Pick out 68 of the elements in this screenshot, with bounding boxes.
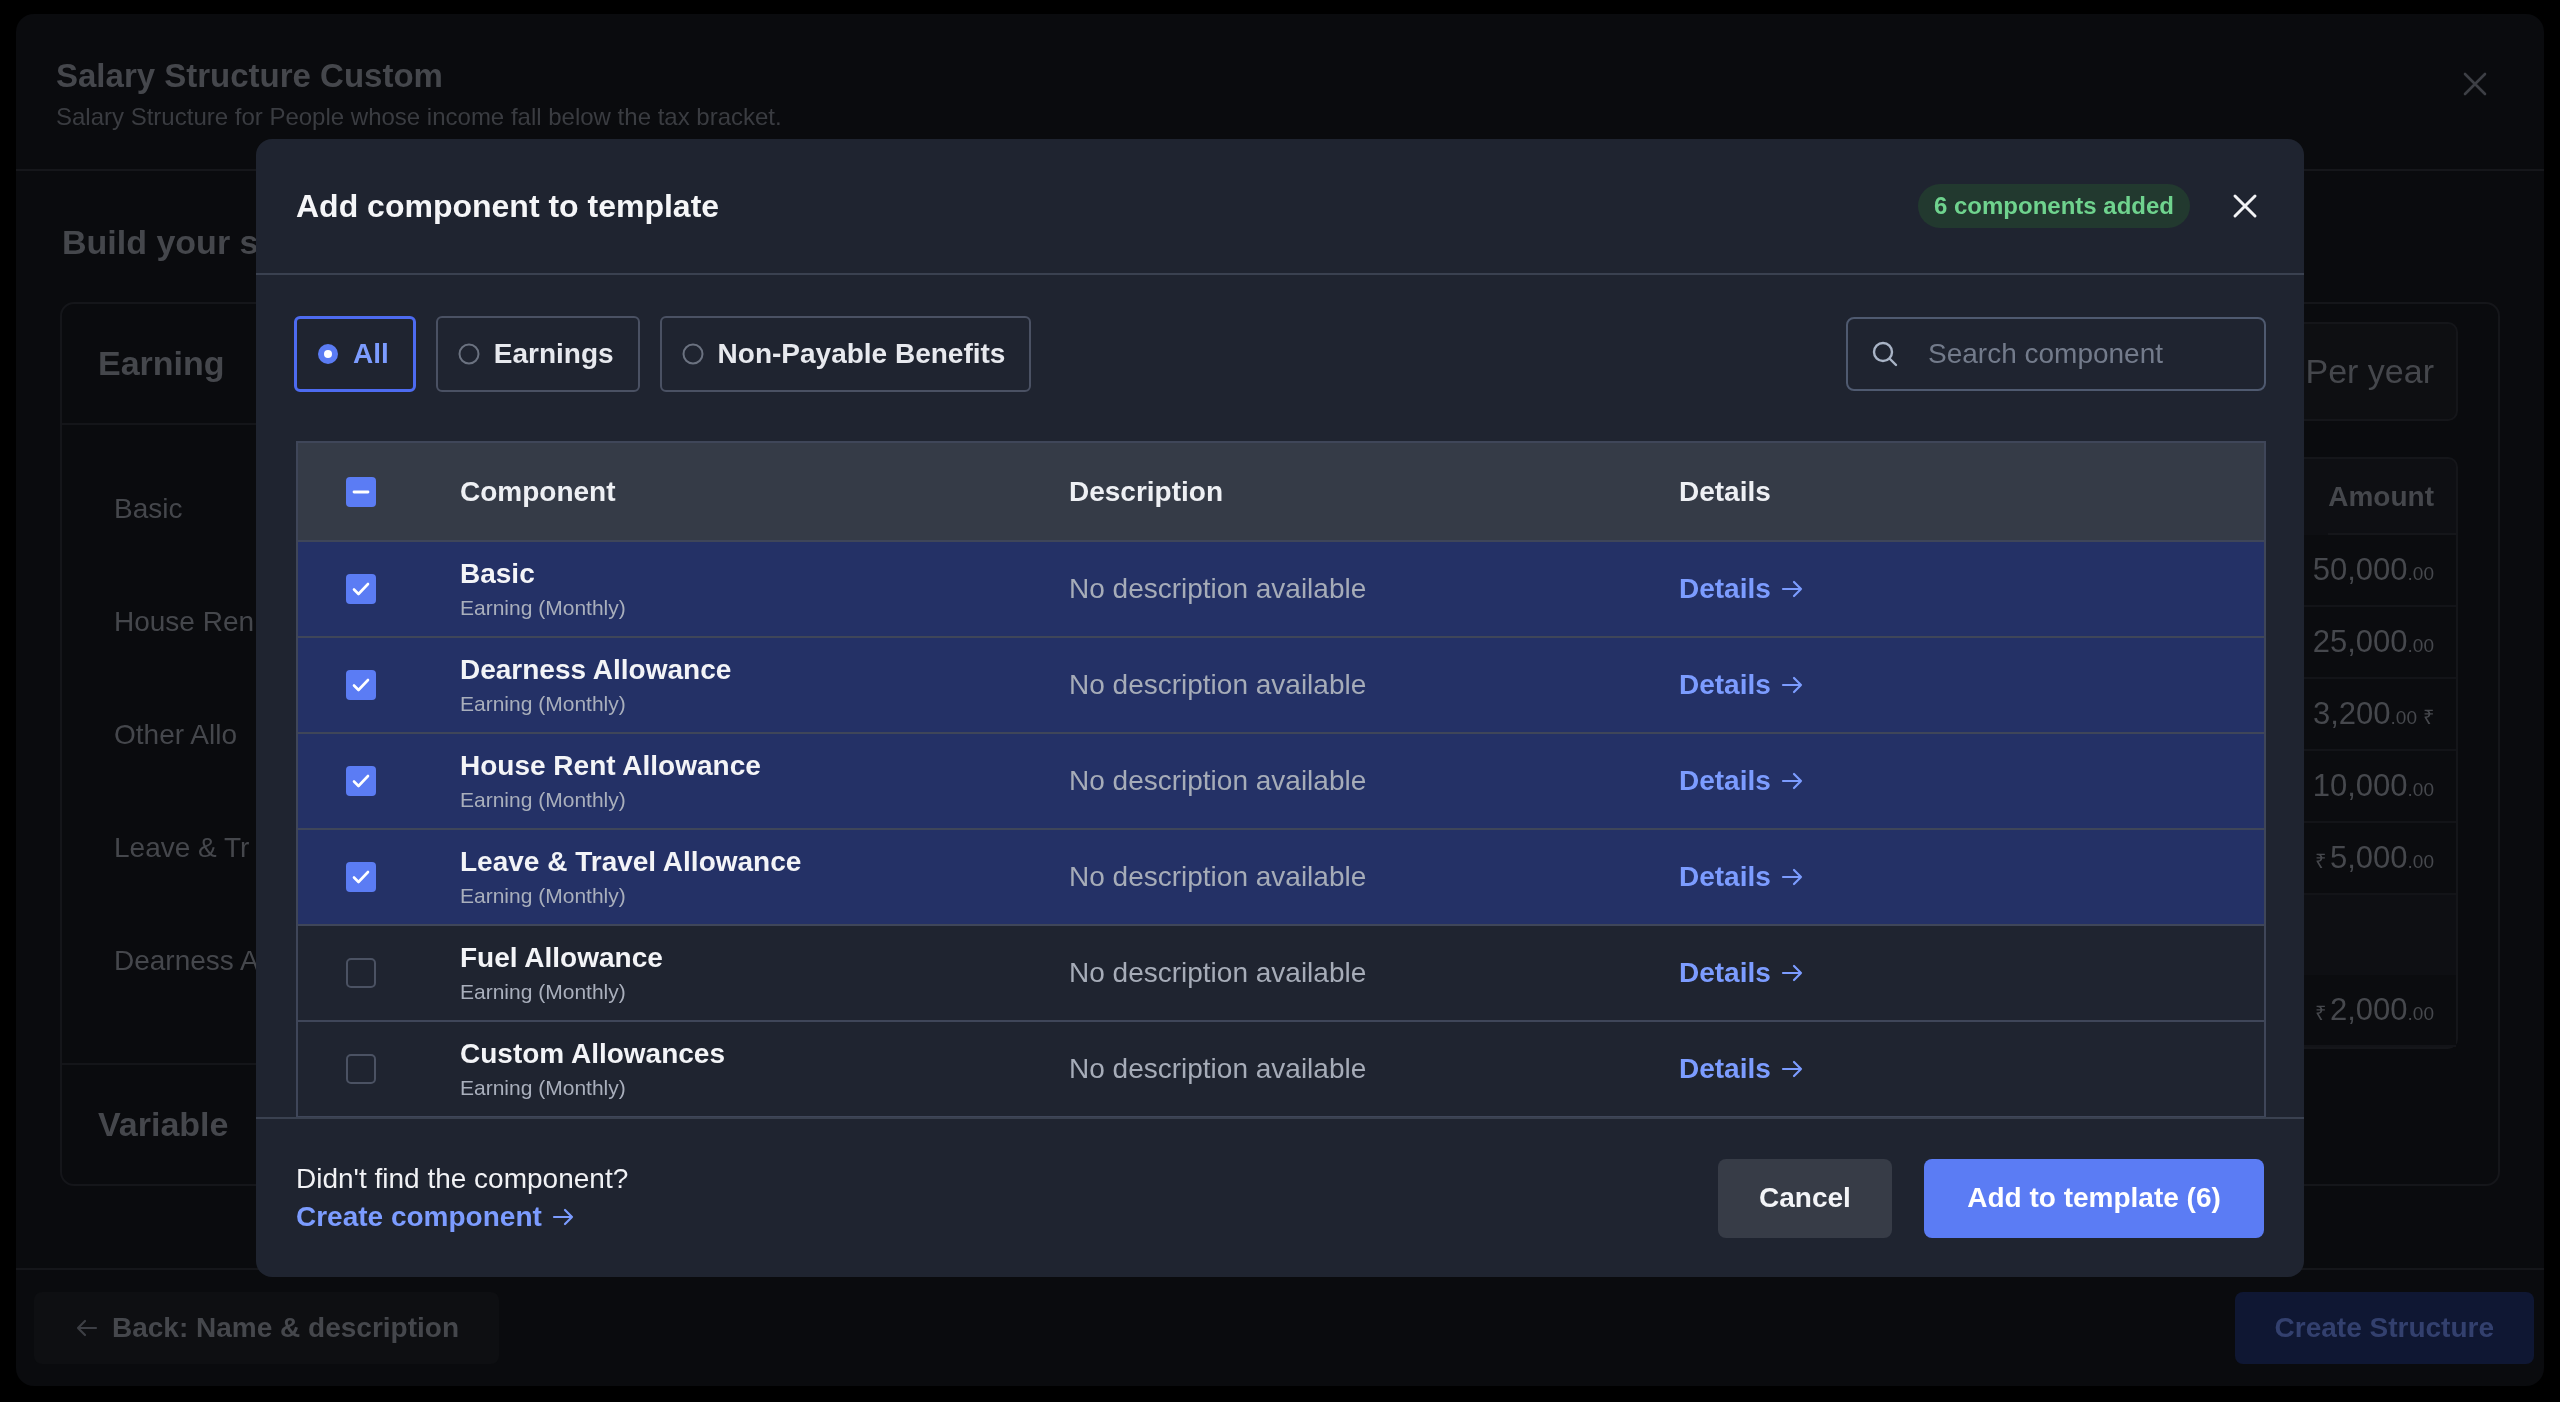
component-name: Leave & Tr — [114, 831, 250, 865]
details-link[interactable]: Details — [1679, 765, 1805, 797]
component-name: Basic — [114, 492, 183, 526]
column-header: Component — [460, 475, 617, 508]
section-title: Build your s — [62, 223, 259, 262]
status-badge: 6 components added — [1917, 184, 2190, 228]
page-title: Salary Structure Custom — [56, 57, 444, 95]
create-component-link[interactable]: Create component — [296, 1201, 629, 1233]
radio-selected-icon — [317, 343, 339, 365]
component-type: Earning (Monthly) — [460, 788, 627, 812]
component-name: House Rent Allowance — [460, 750, 762, 782]
search-icon — [1870, 339, 1900, 369]
component-name: Dearness Allowance — [460, 654, 733, 686]
close-icon — [2462, 71, 2488, 97]
component-type: Earning (Monthly) — [460, 980, 627, 1004]
checkbox[interactable] — [346, 958, 376, 988]
search-field[interactable]: Search component — [1846, 317, 2266, 391]
close-icon — [2232, 193, 2258, 219]
table-row[interactable]: Dearness Allowance Earning (Monthly) No description available Details — [298, 638, 2264, 734]
filter-option[interactable]: All — [294, 316, 416, 392]
component-name: Leave & Travel Allowance — [460, 846, 803, 878]
cancel-button[interactable]: Cancel — [1718, 1158, 1892, 1238]
amount-value: 3,200.00 ₹ — [2313, 696, 2434, 732]
column-header: Description — [1069, 475, 1225, 508]
radio-icon — [681, 343, 704, 365]
component-name: Custom Allowances — [460, 1038, 726, 1070]
amount-value: 10,000.00 — [2312, 768, 2434, 804]
description-text: No description available — [1069, 957, 1367, 988]
description-text: No description available — [1069, 861, 1367, 892]
amount-value: 50,000.00 — [2312, 552, 2434, 588]
filter-option[interactable]: Earnings — [435, 316, 640, 392]
component-name: Basic — [460, 558, 536, 590]
description-text: No description available — [1069, 765, 1367, 796]
table-row[interactable]: Leave & Travel Allowance Earning (Monthly) No description available Details — [298, 830, 2264, 926]
add-button[interactable]: Add to template (6) — [1924, 1158, 2264, 1238]
prompt-text: Didn't find the component? — [296, 1163, 629, 1195]
dialog-title: Add component to template — [296, 187, 721, 225]
amount-value: ₹5,000.00 — [2315, 840, 2434, 876]
table-row[interactable]: House Rent Allowance Earning (Monthly) No description available Details — [298, 734, 2264, 830]
component-type: Earning (Monthly) — [460, 692, 627, 716]
group-title: Variable — [98, 1105, 229, 1144]
component-name: Fuel Allowance — [460, 942, 664, 974]
checkbox[interactable] — [346, 670, 376, 700]
details-link[interactable]: Details — [1679, 669, 1805, 701]
checkbox[interactable] — [346, 476, 376, 507]
checkbox[interactable] — [346, 1054, 376, 1084]
amount-value: ₹2,000.00 — [2315, 992, 2434, 1028]
details-link[interactable]: Details — [1679, 1053, 1805, 1085]
details-link[interactable]: Details — [1679, 861, 1805, 893]
column-header: Details — [1679, 475, 1772, 508]
component-name: House Ren — [114, 605, 255, 639]
radio-icon — [457, 343, 480, 365]
group-title: Earning — [98, 344, 225, 383]
checkbox[interactable] — [346, 574, 376, 604]
amount-value: 25,000.00 — [2312, 624, 2434, 660]
component-type: Earning (Monthly) — [460, 884, 627, 908]
details-link[interactable]: Details — [1679, 573, 1805, 605]
description-text: No description available — [1069, 573, 1367, 604]
checkbox[interactable] — [346, 862, 376, 892]
component-type: Earning (Monthly) — [460, 1076, 627, 1100]
table-row[interactable]: Basic Earning (Monthly) No description available Details — [298, 542, 2264, 638]
filter-option[interactable]: Non-Payable Benefits — [659, 316, 1032, 392]
component-type: Earning (Monthly) — [460, 596, 627, 620]
description-text: No description available — [1069, 1053, 1367, 1084]
details-link[interactable]: Details — [1679, 957, 1805, 989]
component-name: Other Allo — [114, 718, 237, 752]
checkbox[interactable] — [346, 766, 376, 796]
description-text: No description available — [1069, 669, 1367, 700]
